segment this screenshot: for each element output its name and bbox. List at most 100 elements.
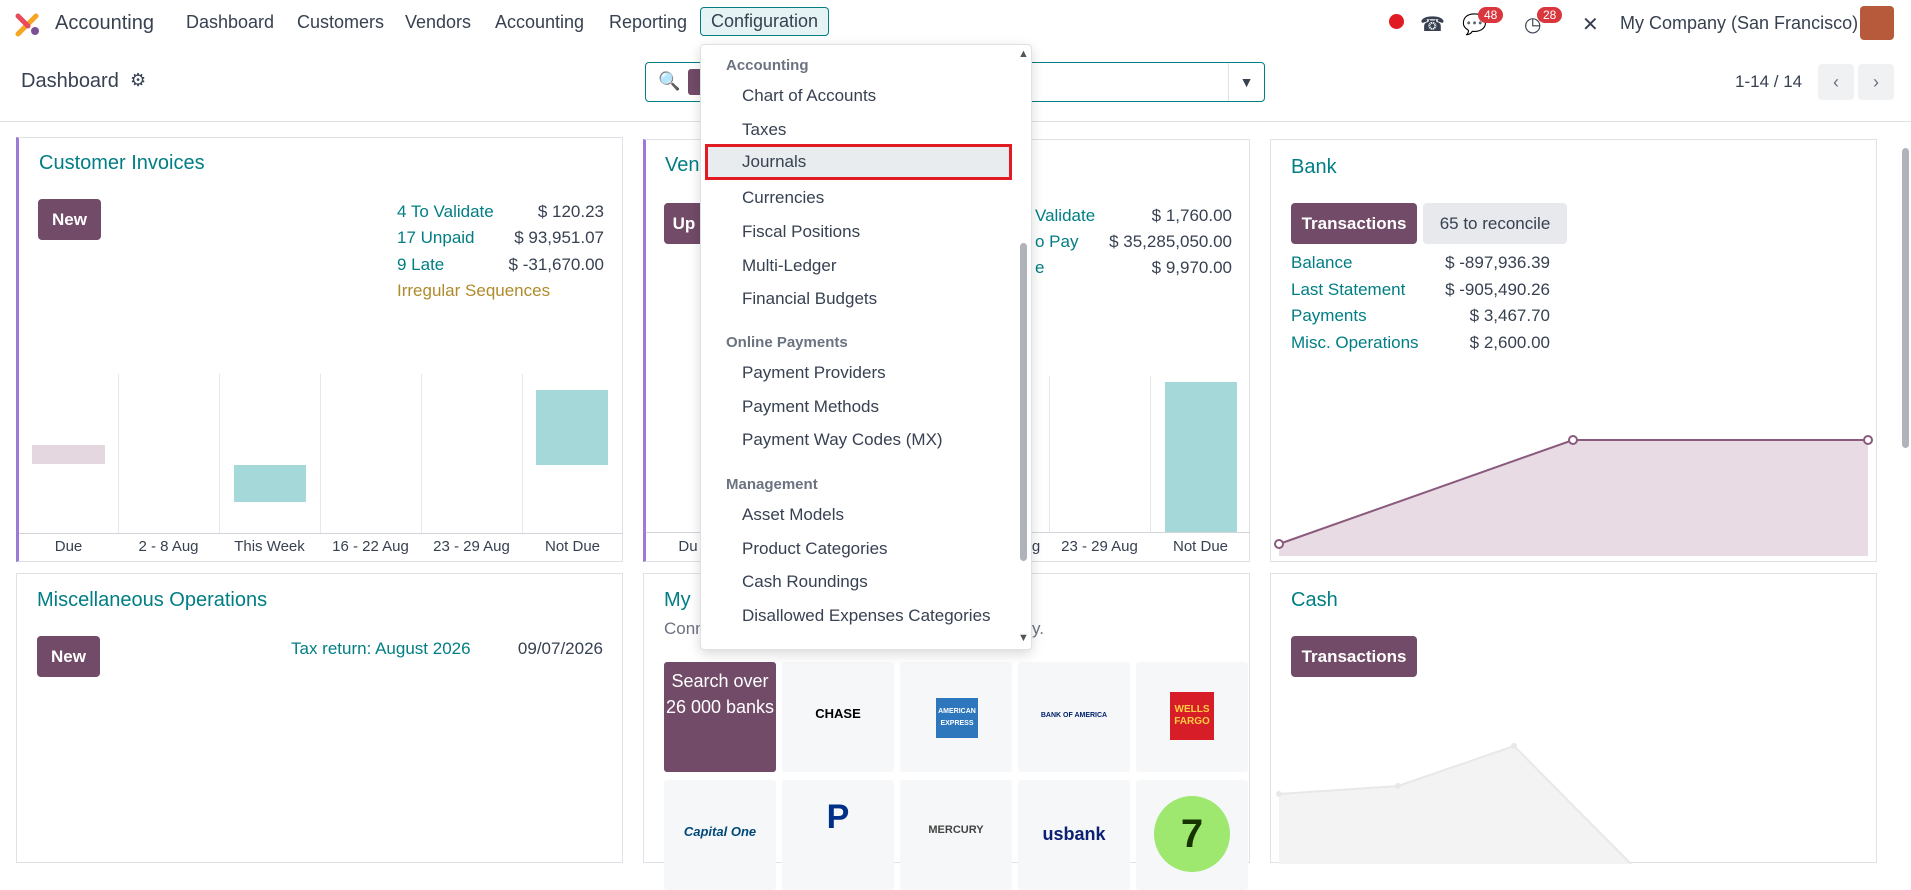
menu-item-disallowed-expenses-categories[interactable]: Disallowed Expenses Categories (742, 606, 991, 626)
gear-icon[interactable]: ⚙ (130, 70, 146, 91)
payments-label[interactable]: Payments (1291, 306, 1367, 326)
unpaid-link[interactable]: 17 Unpaid (397, 228, 475, 248)
nav-configuration[interactable]: Configuration (700, 7, 830, 36)
chart-point[interactable] (1276, 791, 1282, 797)
card-title[interactable]: Bank (1291, 156, 1337, 179)
bank-tile-bank-of-america[interactable]: BANK OF AMERICA (1018, 662, 1130, 772)
misc-operations-label[interactable]: Misc. Operations (1291, 333, 1419, 353)
dropdown-scrollbar[interactable]: ▲ ▼ (1017, 45, 1031, 649)
chart-gridline (320, 374, 321, 533)
menu-item-asset-models[interactable]: Asset Models (742, 505, 844, 525)
late-link[interactable]: 9 Late (397, 255, 444, 275)
card-title: My (664, 589, 691, 611)
nav-customers[interactable]: Customers (297, 12, 384, 33)
chart-bar-not-due[interactable] (1165, 382, 1237, 532)
irregular-sequences-link[interactable]: Irregular Sequences (397, 281, 550, 301)
phone-icon[interactable]: ☎ (1420, 12, 1445, 37)
menu-item-chart-of-accounts[interactable]: Chart of Accounts (742, 86, 876, 106)
chart-gridline (421, 374, 422, 533)
company-switcher[interactable]: My Company (San Francisco) (1620, 13, 1858, 34)
chart-point[interactable] (1568, 435, 1578, 445)
unpaid-amount: $ 93,951.07 (514, 228, 604, 247)
menu-item-currencies[interactable]: Currencies (742, 188, 824, 208)
late-link[interactable]: e (1035, 258, 1044, 278)
pager-next-button[interactable]: › (1858, 64, 1894, 100)
user-avatar[interactable] (1860, 6, 1894, 40)
scroll-down-arrow-icon[interactable]: ▼ (1018, 632, 1029, 644)
bank-tile-amex[interactable]: AMERICAN EXPRESS (900, 662, 1012, 772)
chart-bar-not-due[interactable] (536, 390, 608, 465)
bank-balance-chart[interactable] (1271, 390, 1876, 560)
bank-tile-wise[interactable]: 7 (1136, 780, 1248, 890)
new-misc-button[interactable]: New (37, 636, 100, 677)
chart-point[interactable] (1274, 539, 1284, 549)
card-title[interactable]: Cash (1291, 589, 1338, 612)
menu-item-multi-ledger[interactable]: Multi-Ledger (742, 256, 837, 276)
nav-dashboard[interactable]: Dashboard (186, 12, 274, 33)
nav-reporting[interactable]: Reporting (609, 12, 687, 33)
page-scrollbar-thumb[interactable] (1902, 148, 1909, 448)
wise-logo-icon: 7 (1154, 796, 1230, 872)
menu-item-payment-providers[interactable]: Payment Providers (742, 363, 886, 383)
chart-bar-due[interactable] (32, 445, 105, 464)
menu-item-fiscal-positions[interactable]: Fiscal Positions (742, 222, 860, 242)
pager-value[interactable]: 1-14 / 14 (1735, 72, 1802, 92)
scroll-up-arrow-icon[interactable]: ▲ (1018, 48, 1029, 60)
bank-tile-chase[interactable]: CHASE (782, 662, 894, 772)
misc-operations-card: Miscellaneous Operations New Tax return:… (16, 573, 623, 863)
search-icon[interactable]: 🔍 (658, 71, 680, 92)
pager-previous-button[interactable]: ‹ (1818, 64, 1854, 100)
app-name[interactable]: Accounting (55, 12, 154, 35)
menu-item-product-categories[interactable]: Product Categories (742, 539, 888, 559)
nav-accounting[interactable]: Accounting (495, 12, 584, 33)
search-options-toggle[interactable]: ▼ (1228, 63, 1264, 101)
new-invoice-button[interactable]: New (38, 199, 101, 240)
recording-indicator-icon[interactable] (1389, 14, 1404, 29)
chart-area (1279, 746, 1631, 864)
menu-item-payment-methods[interactable]: Payment Methods (742, 397, 879, 417)
page-scrollbar[interactable] (1900, 128, 1911, 858)
late-amount: $ 9,970.00 (1151, 258, 1232, 277)
menu-item-taxes[interactable]: Taxes (742, 120, 786, 140)
chart-point[interactable] (1395, 783, 1401, 789)
chart-gridline (522, 374, 523, 533)
chart-x-label: 23 - 29 Aug (1061, 538, 1138, 555)
card-title[interactable]: Customer Invoices (39, 152, 205, 175)
to-pay-link[interactable]: o Pay (1035, 232, 1078, 252)
app-logo-icon[interactable] (14, 10, 42, 38)
upload-button[interactable]: Up (664, 203, 704, 244)
bank-tile-mercury[interactable]: MERCURY (900, 780, 1012, 890)
last-statement-amount: $ -905,490.26 (1445, 280, 1550, 299)
reconcile-button[interactable]: 65 to reconcile (1423, 203, 1567, 244)
amex-logo: AMERICAN EXPRESS (936, 698, 978, 738)
chart-gridline (1049, 376, 1050, 532)
cash-transactions-button[interactable]: Transactions (1291, 636, 1417, 677)
card-title[interactable]: Miscellaneous Operations (37, 589, 267, 612)
bank-card: Bank Transactions 65 to reconcile Balanc… (1270, 139, 1877, 562)
chart-bar-this-week[interactable] (234, 465, 306, 502)
bank-tile-usbank[interactable]: usbank (1018, 780, 1130, 890)
menu-item-journals[interactable]: Journals (705, 144, 1012, 180)
card-title[interactable]: Ven (665, 154, 699, 177)
tax-return-link[interactable]: Tax return: August 2026 (291, 639, 471, 659)
nav-vendors[interactable]: Vendors (405, 12, 471, 33)
menu-item-cash-roundings[interactable]: Cash Roundings (742, 572, 868, 592)
bank-tile-capital-one[interactable]: Capital One (664, 780, 776, 890)
menu-item-payment-way-codes[interactable]: Payment Way Codes (MX) (742, 430, 943, 450)
chart-point[interactable] (1511, 743, 1517, 749)
cash-chart[interactable] (1271, 724, 1876, 864)
search-banks-tile[interactable]: Search over 26 000 banks (664, 662, 776, 772)
menu-section-online-payments: Online Payments (726, 334, 848, 351)
bank-transactions-button[interactable]: Transactions (1291, 203, 1417, 244)
dropdown-scrollbar-thumb[interactable] (1020, 243, 1027, 561)
configuration-dropdown-menu: Accounting Chart of Accounts Taxes Journ… (700, 44, 1032, 650)
last-statement-label[interactable]: Last Statement (1291, 280, 1405, 300)
tools-icon[interactable]: ✕ (1582, 12, 1599, 37)
chart-point[interactable] (1863, 435, 1873, 445)
card-subtitle: Conn (664, 619, 705, 638)
late-amount: $ -31,670.00 (508, 255, 604, 274)
bank-tile-wells-fargo[interactable]: WELLS FARGO (1136, 662, 1248, 772)
balance-label[interactable]: Balance (1291, 253, 1352, 273)
bank-tile-paypal[interactable]: P (782, 780, 894, 890)
menu-item-financial-budgets[interactable]: Financial Budgets (742, 289, 877, 309)
